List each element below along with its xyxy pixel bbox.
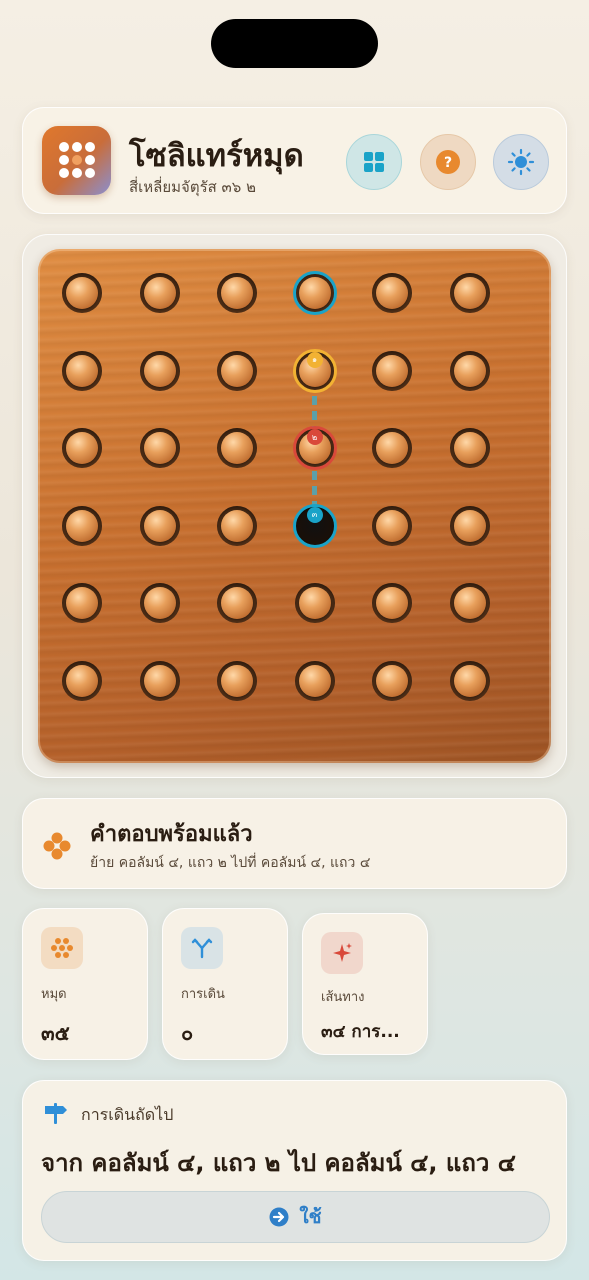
peg[interactable]	[449, 583, 490, 623]
peg[interactable]	[139, 505, 180, 546]
app-logo-icon	[42, 126, 111, 195]
peg[interactable]	[62, 428, 102, 468]
stat-card-pegs: หมุด ๓๕	[22, 908, 148, 1060]
stat-value: ๐	[181, 1021, 194, 1045]
page-title: โซลิแทร์หมุด	[129, 138, 304, 174]
peg[interactable]	[217, 660, 257, 701]
header-card: โซลิแทร์หมุด สี่เหลี่ยมจัตุรัส ๓๖ ๒ ?	[22, 107, 567, 214]
peg[interactable]	[372, 583, 412, 623]
stat-value: ๓๕	[41, 1021, 70, 1045]
peg[interactable]	[139, 583, 180, 623]
signpost-icon	[45, 1103, 67, 1124]
peg[interactable]	[62, 273, 102, 313]
stat-label: หมุด	[41, 987, 67, 1002]
camera-notch	[211, 19, 378, 68]
peg[interactable]	[449, 273, 490, 313]
peg[interactable]	[449, 350, 490, 391]
peg[interactable]	[217, 350, 257, 391]
hint-from-marker: ๑	[306, 351, 323, 368]
stat-label: การเดิน	[181, 987, 225, 1002]
peg[interactable]	[449, 660, 490, 701]
peg[interactable]	[294, 660, 335, 701]
next-move-card: การเดินถัดไป จาก คอลัมน์ ๔, แถว ๒ ไป คอล…	[22, 1080, 567, 1261]
help-button[interactable]: ?	[420, 134, 476, 190]
peg[interactable]	[217, 428, 257, 468]
peg[interactable]	[217, 583, 257, 623]
svg-text:?: ?	[444, 155, 452, 171]
theme-toggle-button[interactable]	[493, 134, 549, 190]
peg[interactable]	[139, 273, 180, 313]
peg[interactable]	[62, 583, 102, 623]
peg[interactable]	[62, 505, 102, 546]
peg[interactable]	[372, 505, 412, 546]
game-board: ๑๒๓	[38, 249, 551, 763]
grid-icon	[364, 152, 384, 172]
apply-button-label: ใช้	[299, 1206, 322, 1228]
pegs-icon	[43, 832, 71, 860]
branch-icon	[181, 927, 223, 969]
peg[interactable]	[62, 660, 102, 701]
hint-jumped-marker: ๒	[306, 429, 323, 445]
stat-card-path: เส้นทาง ๓๔ การ...	[302, 913, 428, 1055]
peg[interactable]	[139, 428, 180, 468]
next-move-text: จาก คอลัมน์ ๔, แถว ๒ ไป คอลัมน์ ๔, แถว ๔	[41, 1149, 516, 1177]
next-move-label: การเดินถัดไป	[81, 1105, 174, 1124]
peg[interactable]	[139, 660, 180, 701]
pegs-icon	[41, 927, 83, 969]
board-variant-label: สี่เหลี่ยมจัตุรัส ๓๖ ๒	[129, 178, 256, 196]
sun-icon	[507, 148, 535, 176]
selected-peg-ring	[292, 271, 337, 315]
help-icon: ?	[436, 150, 460, 174]
stat-label: เส้นทาง	[321, 990, 365, 1005]
peg[interactable]	[294, 583, 335, 623]
peg[interactable]	[449, 505, 490, 546]
board-picker-button[interactable]	[346, 134, 402, 190]
hint-title: คำตอบพร้อมแล้ว	[90, 822, 253, 847]
peg[interactable]	[217, 273, 257, 313]
peg[interactable]	[62, 350, 102, 391]
peg[interactable]	[372, 428, 412, 468]
peg[interactable]	[449, 428, 490, 468]
solution-hint-card: คำตอบพร้อมแล้ว ย้าย คอลัมน์ ๔, แถว ๒ ไปท…	[22, 798, 567, 889]
peg[interactable]	[372, 350, 412, 391]
hint-detail: ย้าย คอลัมน์ ๔, แถว ๒ ไปที่ คอลัมน์ ๔, แ…	[90, 855, 371, 871]
peg[interactable]	[372, 273, 412, 313]
hint-target-marker: ๓	[306, 506, 323, 523]
stat-value: ๓๔ การ...	[321, 1022, 400, 1042]
arrow-right-circle-icon	[269, 1207, 289, 1227]
apply-move-button[interactable]: ใช้	[41, 1191, 550, 1243]
peg[interactable]	[139, 350, 180, 391]
peg[interactable]	[217, 505, 257, 546]
sparkle-icon	[321, 932, 363, 974]
peg[interactable]	[372, 660, 412, 701]
stat-card-moves: การเดิน ๐	[162, 908, 288, 1060]
